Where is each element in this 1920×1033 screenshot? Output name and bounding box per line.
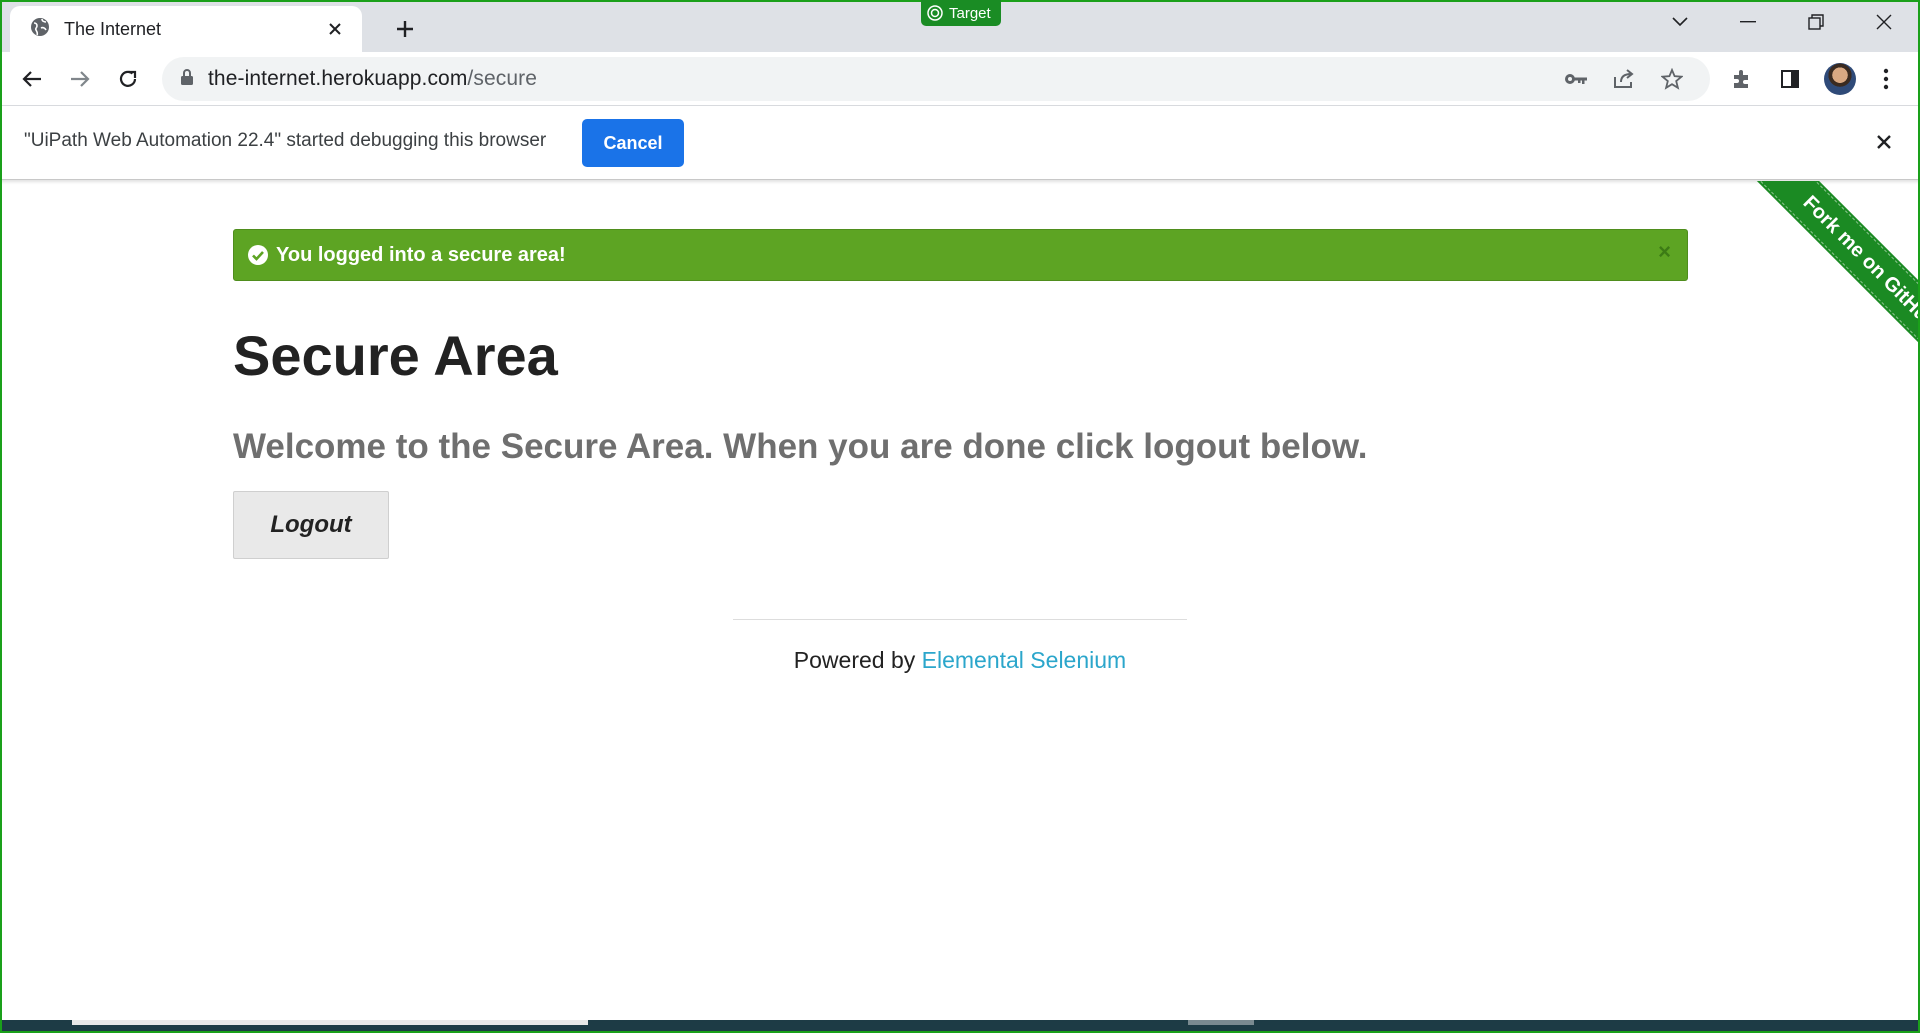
github-ribbon[interactable]: Fork me on GitHub (1700, 181, 1920, 401)
footer-prefix: Powered by (793, 647, 922, 673)
page-title: Secure Area (233, 324, 558, 387)
forward-button[interactable] (62, 61, 98, 97)
tab-search-icon[interactable] (1652, 0, 1708, 44)
browser-tab[interactable]: The Internet (10, 6, 362, 52)
forward-arrow-icon (71, 71, 90, 87)
side-panel-icon (1781, 70, 1799, 88)
github-ribbon-label[interactable]: Fork me on GitHub (1749, 181, 1920, 384)
taskbar-segment (72, 1020, 588, 1025)
infobar-message: "UiPath Web Automation 22.4" started deb… (24, 130, 547, 151)
address-bar[interactable]: the-internet.herokuapp.com/secure (162, 57, 1710, 101)
page-content: You logged into a secure area! × Secure … (0, 181, 1920, 1021)
bookmark-star-icon[interactable] (1654, 61, 1690, 97)
infobar-close-icon[interactable] (1868, 126, 1900, 158)
taskbar-segment (1188, 1020, 1254, 1025)
back-arrow-icon (22, 71, 41, 87)
reload-icon (119, 70, 137, 87)
flash-text: You logged into a secure area! (276, 243, 566, 266)
key-icon[interactable] (1558, 61, 1594, 97)
logout-label: Logout (270, 511, 352, 538)
flash-close-icon[interactable]: × (1658, 239, 1671, 265)
browser-toolbar: the-internet.herokuapp.com/secure (0, 52, 1920, 106)
globe-icon (30, 17, 50, 42)
reload-button[interactable] (110, 61, 146, 97)
side-panel-button[interactable] (1772, 61, 1808, 97)
taskbar-strip (0, 1020, 1920, 1033)
target-badge: Target (921, 0, 1001, 26)
page-subheader: Welcome to the Secure Area. When you are… (233, 427, 1368, 466)
new-tab-button[interactable] (388, 12, 422, 46)
footer-divider (733, 619, 1187, 620)
debugging-infobar: "UiPath Web Automation 22.4" started deb… (0, 106, 1920, 180)
tab-title: The Internet (64, 18, 162, 39)
url-path: /secure (467, 67, 537, 90)
url-text: the-internet.herokuapp.com/secure (208, 67, 537, 91)
check-circle-icon (248, 245, 268, 265)
target-badge-label: Target (949, 4, 991, 22)
extensions-button[interactable] (1724, 61, 1760, 97)
target-icon (927, 5, 943, 21)
share-icon[interactable] (1606, 61, 1642, 97)
lock-icon (180, 68, 194, 91)
minimize-button[interactable] (1720, 0, 1776, 44)
back-button[interactable] (14, 61, 50, 97)
restore-button[interactable] (1788, 0, 1844, 44)
tab-close-icon[interactable] (322, 16, 348, 42)
close-window-button[interactable] (1856, 0, 1912, 44)
kebab-menu-icon (1883, 68, 1889, 90)
puzzle-icon (1734, 70, 1748, 88)
browser-menu-button[interactable] (1868, 61, 1904, 97)
profile-avatar[interactable] (1824, 63, 1856, 95)
page-footer: Powered by Elemental Selenium (0, 647, 1920, 674)
elemental-selenium-link[interactable]: Elemental Selenium (922, 647, 1127, 673)
url-host: the-internet.herokuapp.com (208, 67, 468, 90)
cancel-button[interactable]: Cancel (582, 119, 684, 167)
logout-button[interactable]: Logout (233, 491, 389, 559)
flash-success-message: You logged into a secure area! × (233, 229, 1688, 281)
